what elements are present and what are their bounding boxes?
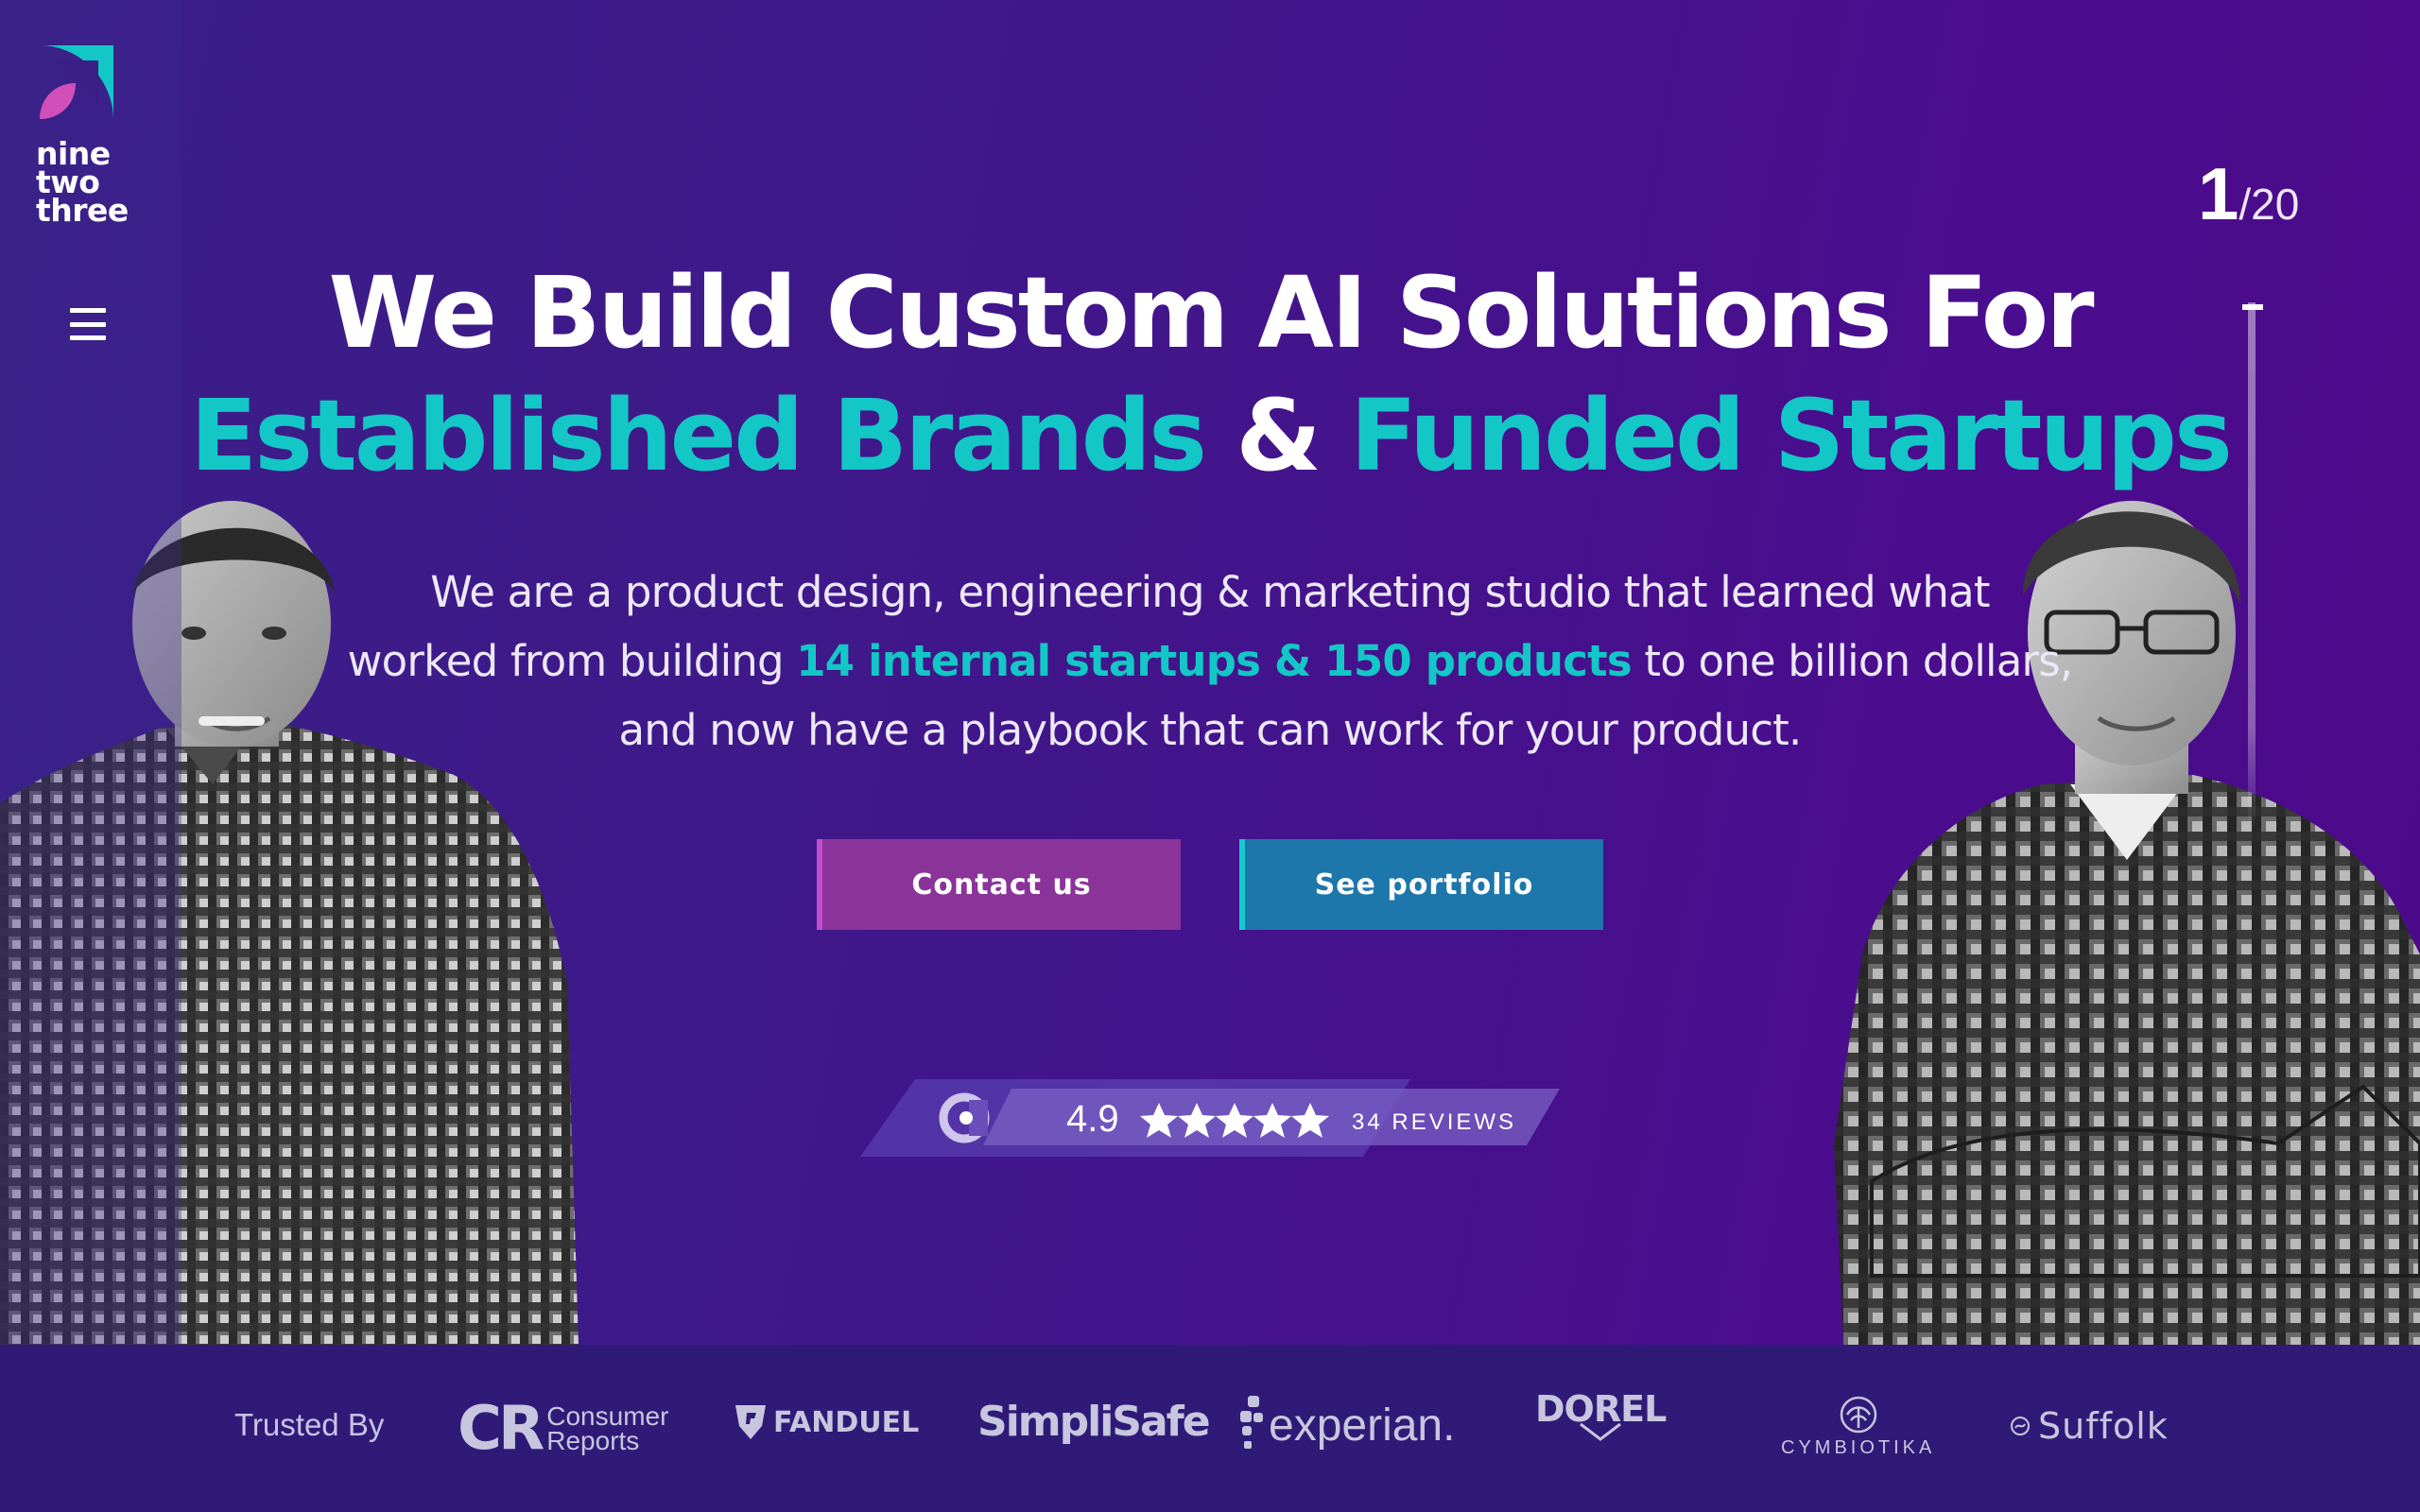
headline-line-1: We Build Custom AI Solutions For [328,255,2095,370]
experian-dots-icon [1240,1396,1263,1449]
trusted-by-bar: Trusted By CR Consumer Reports FANDUEL S… [0,1345,2420,1512]
client-logo-dorel: DOREL [1535,1388,1667,1441]
headline-accent-established: Established Brands [190,378,1207,493]
slide-current: 1 [2198,152,2239,235]
clutch-rating-badge[interactable]: 4.9 34 REVIEWS [860,1079,1560,1157]
sub-line-2-post: to one billion dollars, [1631,636,2073,686]
hamburger-menu-icon[interactable] [70,308,106,340]
logo-wordmark: nine two three [36,138,130,229]
cr-wordmark: Consumer Reports [546,1403,668,1455]
slide-counter: 1/20 [2198,151,2299,237]
dorel-chevron-icon [1580,1422,1622,1441]
slide-progress-indicator [2242,304,2263,310]
trusted-by-label: Trusted By [234,1407,385,1442]
sub-line-2-pre: worked from building [347,636,797,686]
client-logo-experian: experian. [1238,1394,1455,1456]
menu-bar [70,335,106,340]
headline-accent-funded: Funded Startups [1350,378,2233,493]
sub-line-2-highlight: 14 internal startups & 150 products [796,636,1632,686]
company-logo[interactable]: nine two three [36,42,130,229]
see-portfolio-button[interactable]: See portfolio [1239,839,1603,930]
client-logo-suffolk: Suffolk [2010,1405,2169,1447]
client-logo-simplisafe: SimpliSafe [977,1398,1211,1446]
sub-line-1: We are a product design, engineering & m… [430,567,1990,617]
cymbiotika-tree-icon [1840,1396,1876,1434]
slide-progress-track[interactable] [2248,302,2256,832]
hero-subheading: We are a product design, engineering & m… [182,558,2238,765]
sidebar: nine two three [0,0,182,1345]
headline-line-2: Established Brands & Funded Startups [182,378,2238,493]
logo-mark-icon [40,45,113,119]
client-logo-consumer-reports: CR Consumer Reports [458,1394,668,1464]
contact-us-button[interactable]: Contact us [817,839,1181,930]
cr-mark: CR [458,1394,544,1464]
client-logo-fanduel: FANDUEL [734,1403,919,1441]
cymbiotika-wordmark: CYMBIOTIKA [1781,1437,1936,1458]
rating-reviews: 34 REVIEWS [1352,1109,1516,1135]
cr-word-2: Reports [546,1426,640,1455]
simplisafe-wordmark: SimpliSafe [977,1398,1211,1446]
suffolk-wordmark: Suffolk [2038,1405,2169,1447]
slide-total: /20 [2238,180,2300,229]
fanduel-wordmark: FANDUEL [773,1405,920,1439]
client-logo-cymbiotika: CYMBIOTIKA [1781,1396,1935,1459]
rating-score: 4.9 [1066,1098,1119,1140]
sub-line-3: and now have a playbook that can work fo… [618,705,1802,755]
experian-wordmark: experian. [1269,1400,1456,1451]
fanduel-shield-icon [735,1405,766,1439]
logo-word-3: three [36,192,129,229]
menu-bar [70,321,106,327]
suffolk-mark-icon [2011,1417,2030,1435]
headline-ampersand: & [1203,378,1351,493]
menu-bar [70,308,106,313]
